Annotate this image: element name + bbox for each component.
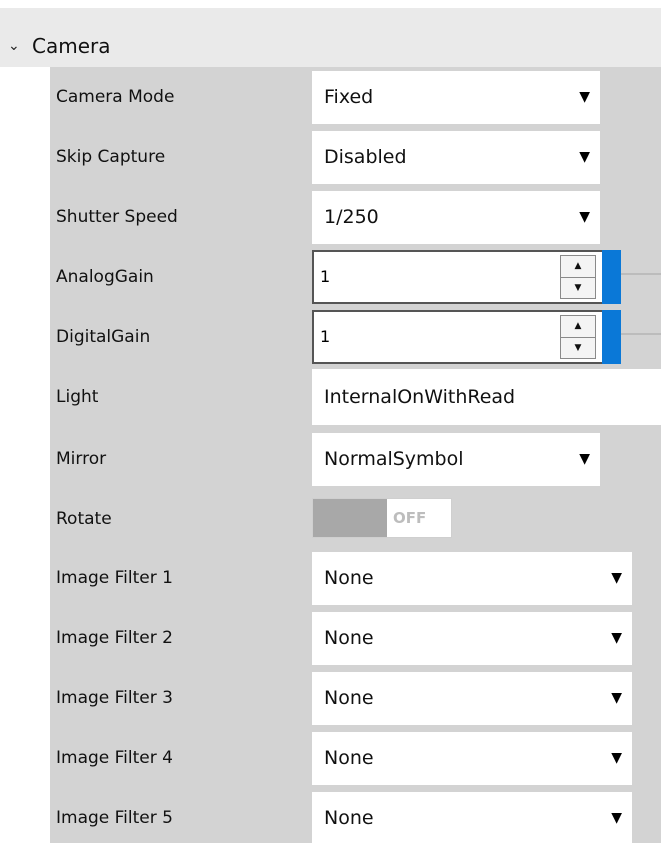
row-image-filter-3: Image Filter 3 None ▼	[50, 668, 661, 728]
dropdown-arrow-icon: ▼	[579, 451, 590, 467]
digital-gain-slider-track[interactable]	[621, 333, 661, 335]
mirror-select[interactable]: NormalSymbol ▼	[312, 433, 600, 486]
image-filter-value: None	[324, 747, 374, 769]
image-filter-select[interactable]: None ▼	[312, 732, 632, 785]
light-value: InternalOnWithRead	[324, 386, 516, 408]
analog-gain-label: AnalogGain	[56, 267, 154, 287]
camera-section-header[interactable]: ⌄ Camera	[0, 8, 661, 67]
analog-gain-value: 1	[320, 267, 331, 286]
image-filter-label: Image Filter 2	[56, 628, 173, 648]
camera-mode-select[interactable]: Fixed ▼	[312, 71, 600, 124]
image-filter-value: None	[324, 687, 374, 709]
dropdown-arrow-icon: ▼	[611, 630, 622, 646]
camera-settings-panel: ⌄ Camera Camera Mode Fixed ▼ Skip Captur…	[0, 0, 661, 845]
dropdown-arrow-icon: ▼	[611, 690, 622, 706]
row-rotate: Rotate OFF	[50, 489, 661, 549]
skip-capture-value: Disabled	[324, 146, 407, 168]
row-shutter-speed: Shutter Speed 1/250 ▼	[50, 187, 661, 247]
spin-up-icon[interactable]: ▲	[561, 316, 595, 338]
dropdown-arrow-icon: ▼	[611, 750, 622, 766]
toggle-knob	[313, 499, 387, 537]
dropdown-arrow-icon: ▼	[579, 209, 590, 225]
spin-up-icon[interactable]: ▲	[561, 256, 595, 278]
dropdown-arrow-icon: ▼	[611, 570, 622, 586]
dropdown-arrow-icon: ▼	[579, 89, 590, 105]
row-skip-capture: Skip Capture Disabled ▼	[50, 127, 661, 187]
rotate-label: Rotate	[56, 509, 112, 529]
digital-gain-spinner: ▲ ▼	[560, 315, 596, 359]
image-filter-value: None	[324, 627, 374, 649]
image-filter-value: None	[324, 567, 374, 589]
spin-down-icon[interactable]: ▼	[561, 338, 595, 359]
row-image-filter-2: Image Filter 2 None ▼	[50, 608, 661, 668]
image-filter-label: Image Filter 3	[56, 688, 173, 708]
row-digital-gain: DigitalGain 1 ▲ ▼	[50, 307, 661, 367]
analog-gain-spinner: ▲ ▼	[560, 255, 596, 299]
image-filter-select[interactable]: None ▼	[312, 612, 632, 665]
light-label: Light	[56, 387, 99, 407]
analog-gain-slider-handle[interactable]	[602, 250, 621, 304]
analog-gain-slider-track[interactable]	[621, 273, 661, 275]
light-value-box[interactable]: InternalOnWithRead	[312, 369, 661, 425]
mirror-value: NormalSymbol	[324, 448, 464, 470]
row-analog-gain: AnalogGain 1 ▲ ▼	[50, 247, 661, 307]
analog-gain-input[interactable]: 1 ▲ ▼	[312, 250, 604, 304]
dropdown-arrow-icon: ▼	[611, 810, 622, 826]
image-filter-select[interactable]: None ▼	[312, 552, 632, 605]
digital-gain-label: DigitalGain	[56, 327, 151, 347]
camera-mode-value: Fixed	[324, 86, 374, 108]
image-filter-label: Image Filter 5	[56, 808, 173, 828]
skip-capture-select[interactable]: Disabled ▼	[312, 131, 600, 184]
image-filter-select[interactable]: None ▼	[312, 792, 632, 845]
digital-gain-value: 1	[320, 327, 331, 346]
row-image-filter-5: Image Filter 5 None ▼	[50, 788, 661, 848]
digital-gain-slider-handle[interactable]	[602, 310, 621, 364]
row-image-filter-1: Image Filter 1 None ▼	[50, 548, 661, 608]
dropdown-arrow-icon: ▼	[579, 149, 590, 165]
row-mirror: Mirror NormalSymbol ▼	[50, 429, 661, 489]
image-filter-label: Image Filter 4	[56, 748, 173, 768]
rotate-toggle[interactable]: OFF	[312, 498, 452, 538]
row-image-filter-4: Image Filter 4 None ▼	[50, 728, 661, 788]
row-light: Light InternalOnWithRead	[50, 367, 661, 427]
chevron-down-icon[interactable]: ⌄	[8, 38, 20, 54]
image-filter-value: None	[324, 807, 374, 829]
skip-capture-label: Skip Capture	[56, 147, 166, 167]
shutter-speed-select[interactable]: 1/250 ▼	[312, 191, 600, 244]
shutter-speed-value: 1/250	[324, 206, 379, 228]
toggle-state: OFF	[393, 509, 427, 527]
image-filter-select[interactable]: None ▼	[312, 672, 632, 725]
row-camera-mode: Camera Mode Fixed ▼	[50, 67, 661, 127]
camera-mode-label: Camera Mode	[56, 87, 175, 107]
spin-down-icon[interactable]: ▼	[561, 278, 595, 299]
mirror-label: Mirror	[56, 449, 107, 469]
shutter-speed-label: Shutter Speed	[56, 207, 178, 227]
image-filter-label: Image Filter 1	[56, 568, 173, 588]
section-title: Camera	[32, 34, 111, 58]
digital-gain-input[interactable]: 1 ▲ ▼	[312, 310, 604, 364]
